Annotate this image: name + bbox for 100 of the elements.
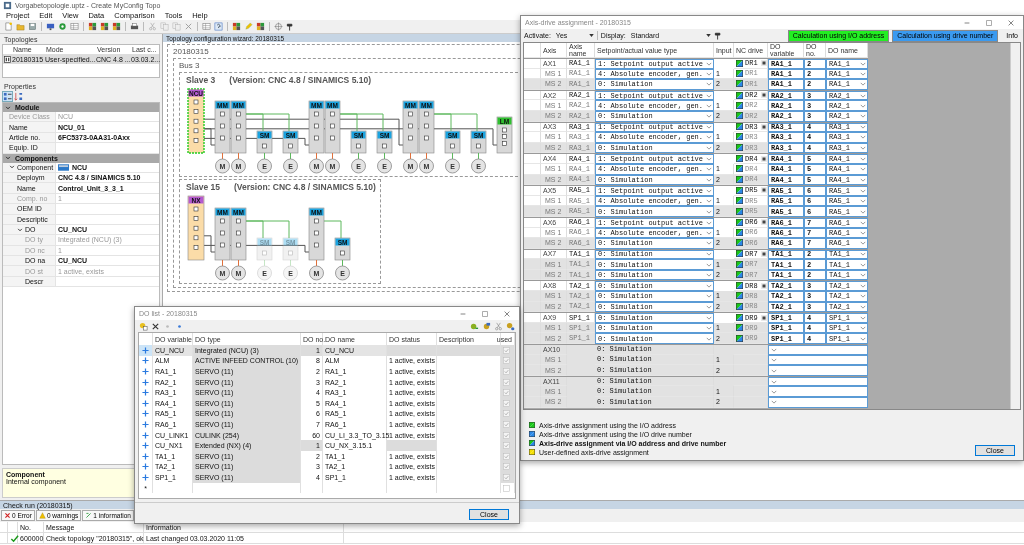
do-dropdown[interactable] <box>768 345 868 355</box>
drive-module[interactable] <box>444 130 461 154</box>
scissors-icon[interactable] <box>148 22 157 31</box>
printer-icon[interactable] <box>130 22 139 31</box>
row-header[interactable] <box>524 269 541 281</box>
drive-module[interactable] <box>308 207 325 261</box>
dropdown-marker-icon[interactable] <box>761 282 767 289</box>
row-header[interactable] <box>524 333 541 345</box>
expand-plus-icon[interactable] <box>142 452 149 460</box>
expand-plus-icon[interactable] <box>142 378 149 386</box>
checkbox[interactable] <box>503 368 510 375</box>
close-icon[interactable] <box>503 309 511 318</box>
grid-icon[interactable] <box>112 22 121 31</box>
do-dropdown[interactable] <box>768 365 868 376</box>
row-header[interactable] <box>524 174 541 186</box>
expand-plus-icon[interactable] <box>142 473 149 481</box>
row-header[interactable] <box>524 301 541 313</box>
dropdown-marker-icon[interactable] <box>761 251 767 257</box>
dropdown-marker-icon[interactable] <box>761 155 767 162</box>
expand-plus-icon[interactable] <box>142 389 149 397</box>
expand-plus-icon[interactable] <box>142 431 149 439</box>
checkbox[interactable] <box>503 346 510 354</box>
grid-icon[interactable] <box>100 22 109 31</box>
checkbox[interactable] <box>503 420 510 428</box>
do-dropdown[interactable] <box>768 376 868 387</box>
checkbox[interactable] <box>503 378 510 386</box>
do-dropdown[interactable] <box>768 354 868 366</box>
drive-module[interactable] <box>282 130 299 154</box>
expand-plus-icon[interactable] <box>142 357 149 365</box>
drive-module[interactable] <box>418 100 435 154</box>
help-icon[interactable] <box>214 22 223 31</box>
drive-module[interactable] <box>187 88 205 154</box>
copy-icon[interactable] <box>160 22 169 31</box>
checkbox[interactable] <box>503 399 510 407</box>
checkbox[interactable] <box>503 410 510 418</box>
chevron-icon[interactable] <box>9 164 15 171</box>
hammer-icon[interactable] <box>286 22 295 31</box>
drive-module[interactable] <box>230 207 247 261</box>
dropdown-marker-icon[interactable] <box>761 92 767 99</box>
chevron-icon[interactable] <box>17 226 23 233</box>
drive-module[interactable] <box>308 100 325 154</box>
categorized-icon[interactable] <box>3 92 12 101</box>
drive-module[interactable] <box>496 116 513 154</box>
expand-plus-icon[interactable] <box>142 368 149 375</box>
scrollbar[interactable] <box>1010 43 1020 409</box>
sort-icon[interactable] <box>14 92 23 101</box>
delete-icon[interactable] <box>151 321 160 331</box>
chevron-icon[interactable] <box>5 155 11 162</box>
checkbox[interactable] <box>503 431 510 439</box>
drive-module[interactable] <box>214 207 231 261</box>
dropdown-marker-icon[interactable] <box>761 123 767 130</box>
checkbox[interactable] <box>503 389 510 397</box>
new-file-icon[interactable] <box>4 22 13 31</box>
copy-icon[interactable] <box>172 22 181 31</box>
dropdown-marker-icon[interactable] <box>761 60 767 67</box>
drive-module[interactable] <box>334 237 351 261</box>
expand-plus-icon[interactable] <box>142 410 149 418</box>
row-header[interactable] <box>524 217 541 228</box>
checkbox[interactable] <box>503 357 510 365</box>
grid-icon[interactable] <box>256 22 265 31</box>
checkbox[interactable] <box>503 473 510 481</box>
grid-icon[interactable] <box>88 22 97 31</box>
drive-module[interactable] <box>324 100 341 154</box>
grid-icon[interactable] <box>232 22 241 31</box>
dropdown-marker-icon[interactable] <box>761 219 767 226</box>
expand-plus-icon[interactable] <box>142 346 149 354</box>
expand-plus-icon[interactable] <box>142 442 149 450</box>
hammer-icon[interactable] <box>713 31 723 40</box>
folder-icon[interactable] <box>16 22 25 31</box>
checkbox[interactable] <box>503 484 510 492</box>
checkbox[interactable] <box>503 452 510 460</box>
row-header[interactable] <box>524 376 541 387</box>
drive-module[interactable] <box>214 100 231 154</box>
pen-icon[interactable] <box>244 22 253 31</box>
drive-module[interactable] <box>256 130 273 154</box>
monitor-icon[interactable] <box>46 22 55 31</box>
drive-module[interactable] <box>376 130 393 154</box>
close-icon[interactable] <box>1007 18 1015 27</box>
checkbox[interactable] <box>503 463 510 471</box>
save-icon[interactable] <box>28 22 37 31</box>
expand-plus-icon[interactable] <box>142 420 149 428</box>
table-icon[interactable] <box>202 22 211 31</box>
row-header[interactable] <box>524 142 541 154</box>
drive-module[interactable] <box>470 130 487 154</box>
dropdown-marker-icon[interactable] <box>761 314 767 321</box>
do-dropdown[interactable] <box>768 386 868 397</box>
expand-plus-icon[interactable] <box>142 399 149 407</box>
crosshair-icon[interactable] <box>274 22 283 31</box>
checkbox[interactable] <box>503 442 510 450</box>
gear-icon[interactable] <box>58 22 67 31</box>
drive-module[interactable] <box>402 100 419 154</box>
chevron-icon[interactable] <box>5 104 11 111</box>
maximize-icon[interactable] <box>481 309 489 318</box>
table-icon[interactable] <box>70 22 79 31</box>
expand-plus-icon[interactable] <box>142 463 149 471</box>
drive-module[interactable] <box>350 130 367 154</box>
maximize-icon[interactable] <box>985 18 993 27</box>
drive-module[interactable] <box>230 100 247 154</box>
drive-module[interactable] <box>187 195 205 261</box>
do-dropdown[interactable] <box>768 397 868 408</box>
